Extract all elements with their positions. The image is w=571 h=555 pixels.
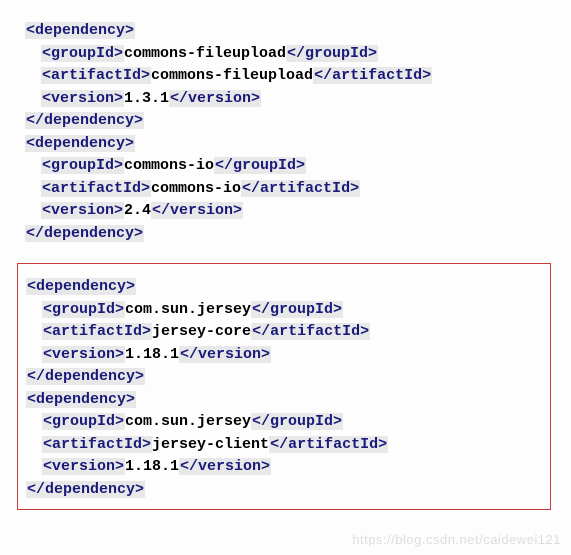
artifactid-value: commons-io — [151, 180, 241, 197]
artifactid-close-tag: </artifactId> — [313, 67, 432, 84]
groupid-open-tag: <groupId> — [42, 413, 125, 430]
artifactid-close-tag: </artifactId> — [269, 436, 388, 453]
version-value: 2.4 — [124, 202, 151, 219]
artifactid-open-tag: <artifactId> — [42, 323, 152, 340]
version-value: 1.3.1 — [124, 90, 169, 107]
dependency-block: <dependency> <groupId>com.sun.jersey</gr… — [26, 276, 542, 389]
artifactid-close-tag: </artifactId> — [251, 323, 370, 340]
artifactid-value: commons-fileupload — [151, 67, 313, 84]
dependency-close-tag: </dependency> — [26, 481, 145, 498]
version-open-tag: <version> — [42, 458, 125, 475]
artifactid-open-tag: <artifactId> — [42, 436, 152, 453]
version-close-tag: </version> — [179, 346, 271, 363]
groupid-close-tag: </groupId> — [286, 45, 378, 62]
artifactid-open-tag: <artifactId> — [41, 67, 151, 84]
version-close-tag: </version> — [179, 458, 271, 475]
groupid-open-tag: <groupId> — [41, 157, 124, 174]
dependency-close-tag: </dependency> — [25, 112, 144, 129]
groupid-open-tag: <groupId> — [41, 45, 124, 62]
groupid-value: commons-fileupload — [124, 45, 286, 62]
dependency-open-tag: <dependency> — [25, 22, 135, 39]
dependency-block: <dependency> <groupId>commons-fileupload… — [25, 20, 546, 133]
dependency-close-tag: </dependency> — [26, 368, 145, 385]
groupid-value: com.sun.jersey — [125, 301, 251, 318]
version-value: 1.18.1 — [125, 458, 179, 475]
watermark-text: https://blog.csdn.net/caidewei121 — [352, 530, 561, 550]
artifactid-value: jersey-core — [152, 323, 251, 340]
artifactid-value: jersey-client — [152, 436, 269, 453]
dependency-block: <dependency> <groupId>com.sun.jersey</gr… — [26, 389, 542, 502]
dependency-close-tag: </dependency> — [25, 225, 144, 242]
version-open-tag: <version> — [41, 202, 124, 219]
groupid-open-tag: <groupId> — [42, 301, 125, 318]
dependency-open-tag: <dependency> — [26, 278, 136, 295]
groupid-value: commons-io — [124, 157, 214, 174]
version-open-tag: <version> — [42, 346, 125, 363]
groupid-close-tag: </groupId> — [251, 301, 343, 318]
version-open-tag: <version> — [41, 90, 124, 107]
groupid-value: com.sun.jersey — [125, 413, 251, 430]
dependency-open-tag: <dependency> — [26, 391, 136, 408]
artifactid-open-tag: <artifactId> — [41, 180, 151, 197]
groupid-close-tag: </groupId> — [251, 413, 343, 430]
groupid-close-tag: </groupId> — [214, 157, 306, 174]
dependency-open-tag: <dependency> — [25, 135, 135, 152]
version-close-tag: </version> — [151, 202, 243, 219]
highlight-box: <dependency> <groupId>com.sun.jersey</gr… — [17, 263, 551, 510]
version-close-tag: </version> — [169, 90, 261, 107]
artifactid-close-tag: </artifactId> — [241, 180, 360, 197]
dependency-block: <dependency> <groupId>commons-io</groupI… — [25, 133, 546, 246]
version-value: 1.18.1 — [125, 346, 179, 363]
